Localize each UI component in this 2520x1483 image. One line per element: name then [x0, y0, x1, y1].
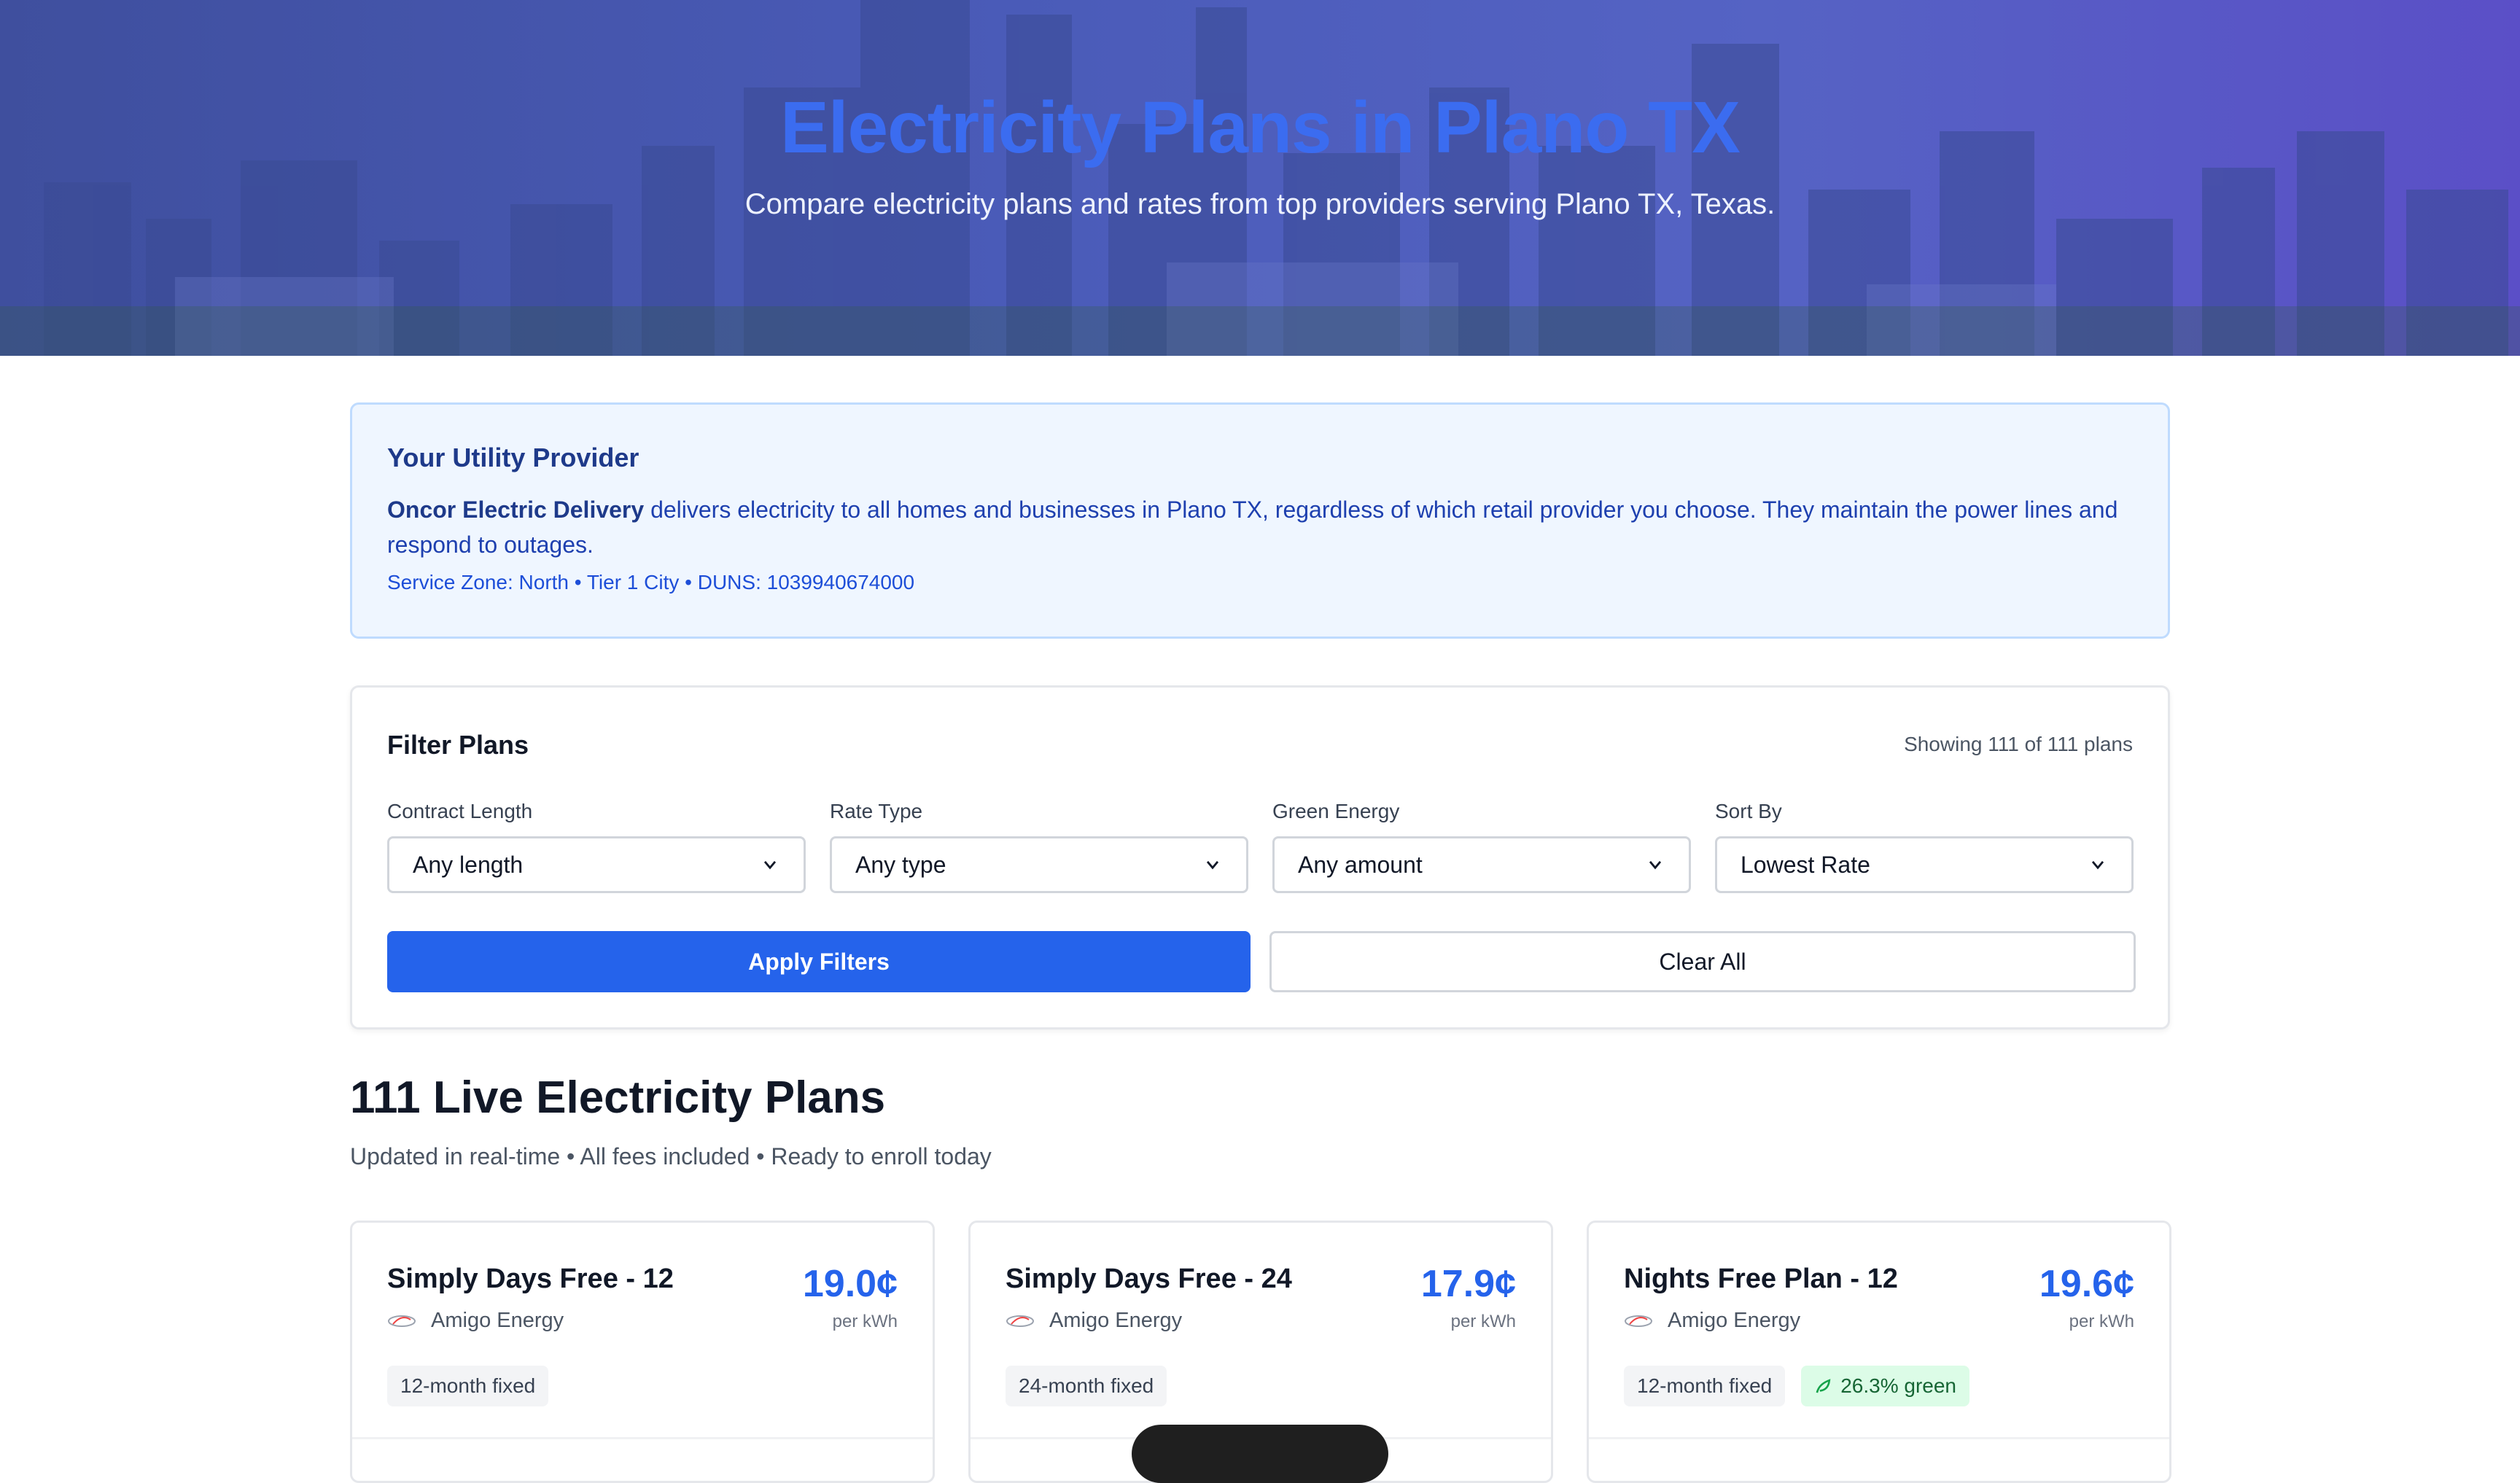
select-value: Any amount — [1298, 851, 1423, 878]
amigo-energy-logo — [1625, 1315, 1652, 1327]
amigo-energy-logo — [388, 1315, 416, 1327]
plan-tags: 24-month fixed — [1006, 1366, 1167, 1406]
filter-label: Rate Type — [830, 800, 923, 822]
divider — [1589, 1437, 2169, 1439]
amigo-energy-logo — [1006, 1315, 1034, 1327]
utility-description-text: delivers electricity to all homes and bu… — [387, 497, 2118, 558]
plan-name: Nights Free Plan - 12 — [1624, 1264, 1898, 1294]
plan-tags: 12-month fixed 26.3% green — [1624, 1366, 1970, 1406]
sort-by-filter: Sort By Lowest Rate — [1715, 800, 2134, 893]
provider-name: Amigo Energy — [1049, 1309, 1183, 1332]
select-value: Lowest Rate — [1741, 851, 1870, 878]
utility-provider-title: Your Utility Provider — [387, 443, 639, 472]
provider-name: Amigo Energy — [431, 1309, 564, 1332]
green-energy-filter: Green Energy Any amount — [1272, 800, 1691, 893]
plan-rate: 19.0¢ — [802, 1263, 898, 1305]
green-energy-select[interactable]: Any amount — [1272, 836, 1691, 893]
apply-filters-button[interactable]: Apply Filters — [387, 931, 1251, 992]
rate-type-select[interactable]: Any type — [830, 836, 1248, 893]
chevron-down-icon — [2091, 860, 2104, 870]
provider-name: Amigo Energy — [1668, 1309, 1801, 1332]
rate-type-filter: Rate Type Any type — [830, 800, 1248, 893]
plan-rate: 19.6¢ — [2039, 1263, 2134, 1305]
contract-tag: 12-month fixed — [1624, 1366, 1786, 1406]
plan-rate-unit: per kWh — [832, 1312, 898, 1331]
chevron-down-icon — [1206, 860, 1219, 870]
plan-rate: 17.9¢ — [1420, 1263, 1516, 1305]
green-percentage: 26.3% green — [1840, 1374, 1957, 1397]
plan-provider: Amigo Energy — [1006, 1309, 1182, 1333]
plans-heading: 111 Live Electricity Plans — [350, 1073, 886, 1123]
contract-length-select[interactable]: Any length — [387, 836, 806, 893]
plan-name: Simply Days Free - 12 — [387, 1264, 674, 1294]
utility-provider-meta: Service Zone: North • Tier 1 City • DUNS… — [387, 571, 915, 593]
plan-name: Simply Days Free - 24 — [1006, 1264, 1292, 1294]
plan-provider: Amigo Energy — [1624, 1309, 1800, 1333]
chevron-down-icon — [763, 860, 777, 870]
city-skyline-background — [0, 0, 2520, 356]
select-value: Any length — [413, 851, 524, 878]
filter-label: Green Energy — [1272, 800, 1400, 822]
plan-rate-unit: per kWh — [2069, 1312, 2134, 1331]
plan-card[interactable]: Simply Days Free - 12 19.0¢ per kWh Amig… — [350, 1221, 935, 1483]
utility-provider-description: Oncor Electric Delivery delivers electri… — [387, 492, 2137, 562]
utility-provider-name: Oncor Electric Delivery — [387, 497, 645, 523]
green-energy-tag: 26.3% green — [1801, 1366, 1970, 1406]
chevron-down-icon — [1649, 860, 1662, 870]
filter-label: Sort By — [1715, 800, 1782, 822]
select-value: Any type — [855, 851, 946, 878]
plan-rate-unit: per kWh — [1450, 1312, 1516, 1331]
hero-banner: Electricity Plans in Plano TX Compare el… — [0, 0, 2520, 356]
leaf-icon — [1816, 1379, 1831, 1393]
filter-label: Contract Length — [387, 800, 533, 822]
page-title: Electricity Plans in Plano TX — [780, 87, 1741, 168]
plan-tags: 12-month fixed — [387, 1366, 549, 1406]
page-subtitle: Compare electricity plans and rates from… — [744, 188, 1776, 220]
utility-provider-card: Your Utility Provider Oncor Electric Del… — [350, 402, 2170, 639]
divider — [352, 1437, 933, 1439]
plans-count: Showing 111 of 111 plans — [1904, 733, 2133, 755]
contract-tag: 12-month fixed — [387, 1366, 549, 1406]
filter-plans-card: Filter Plans Showing 111 of 111 plans Co… — [350, 685, 2170, 1029]
clear-all-button[interactable]: Clear All — [1269, 931, 2136, 992]
floating-toolbar[interactable] — [1132, 1425, 1388, 1483]
plan-provider: Amigo Energy — [387, 1309, 564, 1333]
plan-card[interactable]: Nights Free Plan - 12 19.6¢ per kWh Amig… — [1587, 1221, 2171, 1483]
sort-by-select[interactable]: Lowest Rate — [1715, 836, 2134, 893]
plans-subheading: Updated in real-time • All fees included… — [350, 1143, 992, 1169]
contract-length-filter: Contract Length Any length — [387, 800, 806, 893]
filter-title: Filter Plans — [387, 730, 529, 760]
contract-tag: 24-month fixed — [1006, 1366, 1167, 1406]
